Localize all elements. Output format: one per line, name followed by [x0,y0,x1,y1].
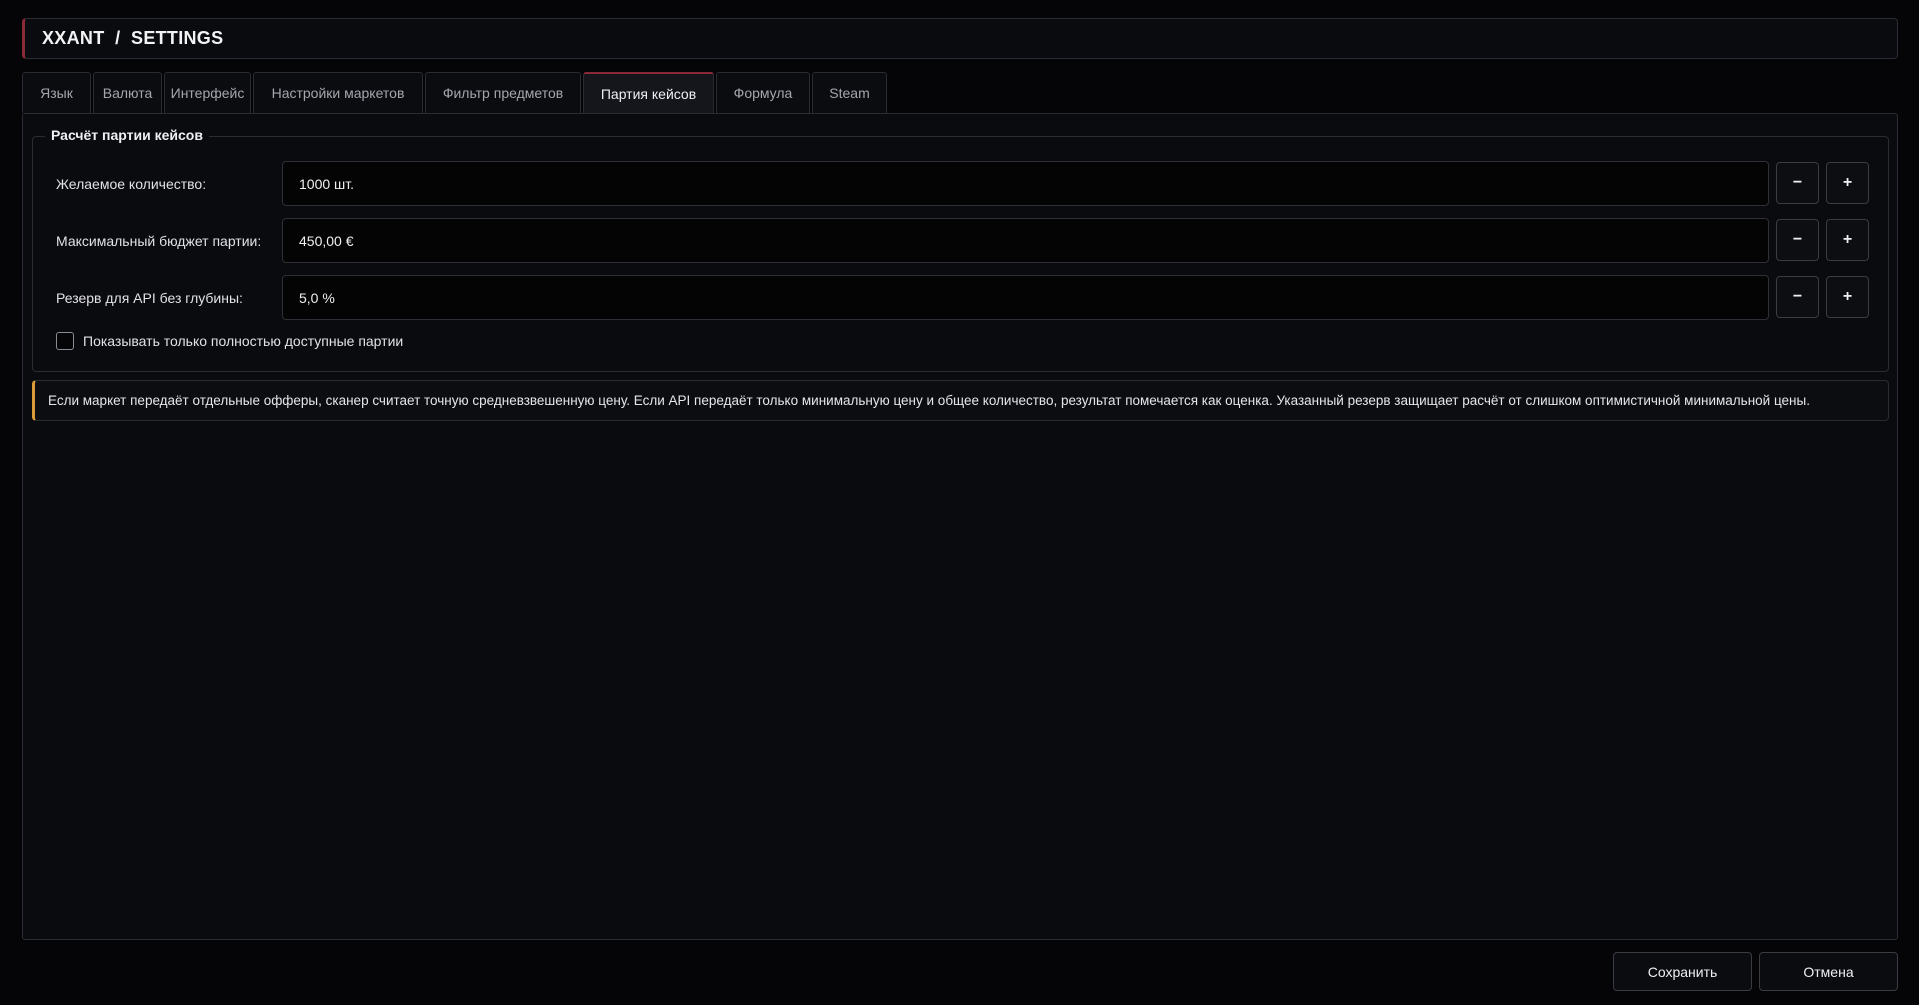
desired-quantity-increment-button[interactable]: + [1826,162,1869,204]
header-bar: XXANT / SETTINGS [22,18,1898,59]
api-reserve-input[interactable] [282,275,1769,320]
desired-quantity-row: Желаемое количество: − + [33,161,1888,206]
api-reserve-label: Резерв для API без глубины: [56,289,243,306]
save-button[interactable]: Сохранить [1613,952,1752,991]
max-budget-input[interactable] [282,218,1769,263]
max-budget-row: Максимальный бюджет партии: − + [33,218,1888,263]
batch-calculation-group: Расчёт партии кейсов Желаемое количество… [32,127,1889,372]
tab-case-batch[interactable]: Партия кейсов [583,72,714,113]
api-reserve-decrement-button[interactable]: − [1776,276,1819,318]
info-note: Если маркет передаёт отдельные офферы, с… [32,380,1889,421]
tab-interface[interactable]: Интерфейс [164,72,251,113]
only-available-batches-label: Показывать только полностью доступные па… [83,333,404,349]
desired-quantity-label: Желаемое количество: [56,175,207,192]
tab-currency[interactable]: Валюта [93,72,162,113]
tab-bar: Язык Валюта Интерфейс Настройки маркетов… [22,72,887,113]
tab-item-filter[interactable]: Фильтр предметов [425,72,581,113]
only-available-batches-checkbox[interactable] [56,332,74,350]
only-available-batches-option[interactable]: Показывать только полностью доступные па… [56,331,403,351]
api-reserve-increment-button[interactable]: + [1826,276,1869,318]
page-title: XXANT / SETTINGS [42,28,224,48]
max-budget-increment-button[interactable]: + [1826,219,1869,261]
tab-content-panel: Расчёт партии кейсов Желаемое количество… [22,113,1898,940]
tab-market-settings[interactable]: Настройки маркетов [253,72,423,113]
desired-quantity-input[interactable] [282,161,1769,206]
settings-window: XXANT / SETTINGS Язык Валюта Интерфейс Н… [0,0,1919,1005]
desired-quantity-decrement-button[interactable]: − [1776,162,1819,204]
tab-language[interactable]: Язык [22,72,91,113]
tab-steam[interactable]: Steam [812,72,887,113]
tab-formula[interactable]: Формула [716,72,810,113]
max-budget-decrement-button[interactable]: − [1776,219,1819,261]
max-budget-label: Максимальный бюджет партии: [56,232,262,249]
cancel-button[interactable]: Отмена [1759,952,1898,991]
group-title: Расчёт партии кейсов [45,127,209,143]
api-reserve-row: Резерв для API без глубины: − + [33,275,1888,320]
